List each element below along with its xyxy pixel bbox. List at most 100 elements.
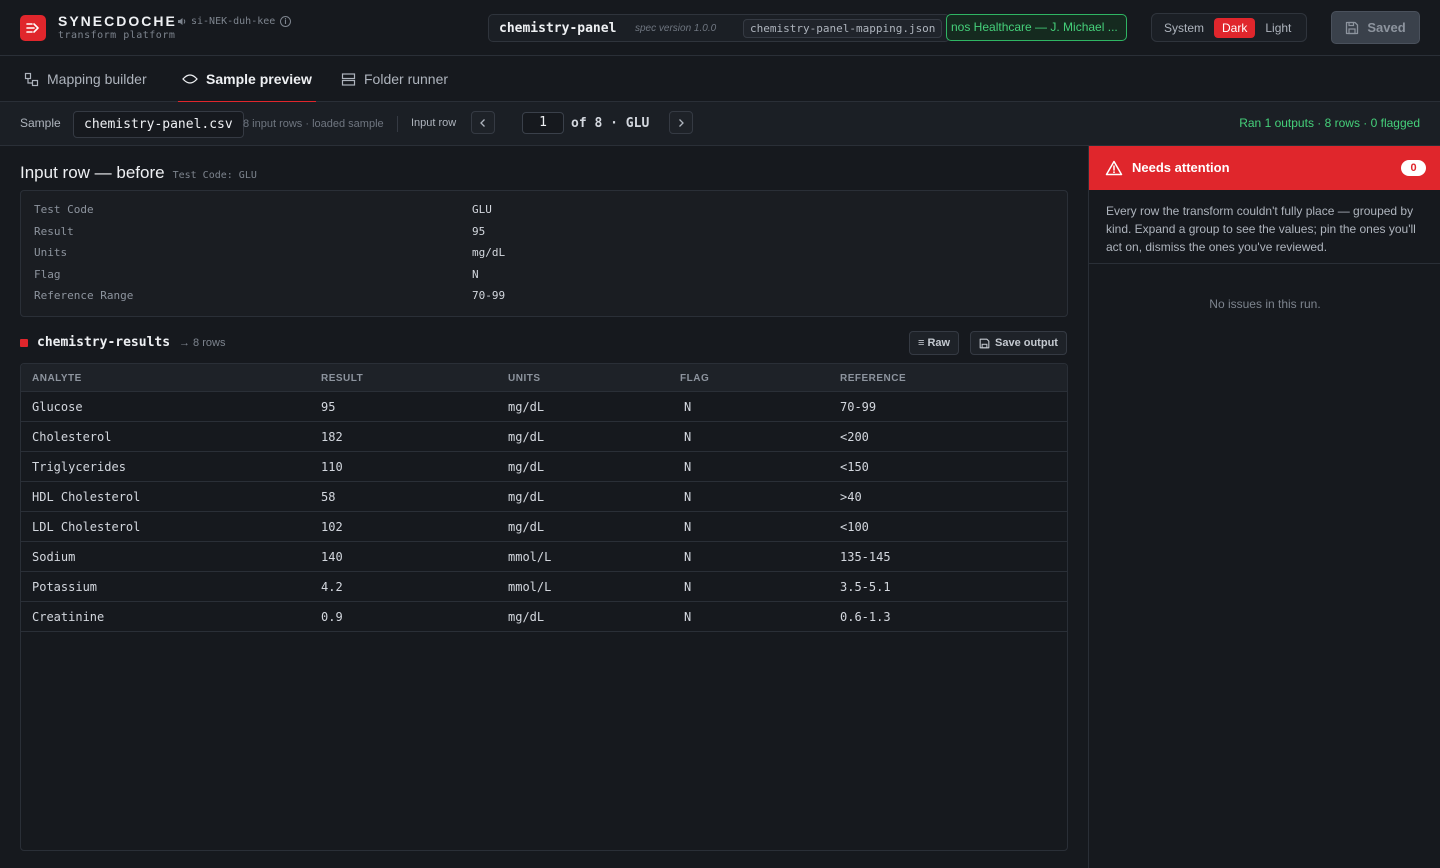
result-cell: 182 [321,430,343,444]
units-cell: mg/dL [508,430,545,444]
input-field-row: Result 95 [21,225,1067,247]
needs-attention-header[interactable]: Needs attention 0 [1089,146,1440,190]
output-header: chemistry-results → 8 rows ≡ Raw Save ou… [20,331,1068,355]
table-row[interactable]: LDL Cholesterol 102 mg/dL N <100 [21,512,1067,542]
table-row[interactable]: Potassium 4.2 mmol/L N 3.5-5.1 [21,572,1067,602]
flag-cell: N [684,460,692,474]
theme-dark-button[interactable]: Dark [1214,17,1256,38]
field-value: 95 [472,224,486,238]
info-icon[interactable]: i [280,16,291,27]
analyte-cell: Glucose [32,400,83,414]
empty-state: No issues in this run. [1209,297,1321,311]
save-icon [1346,21,1359,34]
column-header[interactable]: ANALYTE [32,373,82,384]
tab-label: Mapping builder [47,71,147,87]
input-field-row: Flag N [21,268,1067,290]
output-status-dot [20,339,28,347]
eye-icon [182,74,198,84]
table-header: ANALYTE RESULT UNITS FLAG REFERENCE [21,364,1067,392]
column-header[interactable]: UNITS [508,373,541,384]
input-row-heading: Input row — before Test Code: GLU [20,163,257,183]
save-output-button[interactable]: Save output [970,331,1067,355]
units-cell: mg/dL [508,460,545,474]
flag-cell: N [684,520,692,534]
divider [397,116,398,132]
spec-selector[interactable]: chemistry-panel spec version 1.0.0 chemi… [488,14,950,42]
app-logo [20,15,46,41]
mapping-icon [24,72,39,86]
units-cell: mmol/L [508,580,552,594]
row-number-input[interactable]: 1 [522,112,564,134]
saved-button[interactable]: Saved [1331,11,1420,44]
reference-cell: <200 [840,430,869,444]
speaker-icon [178,18,186,25]
row-position-text: of 8 · GLU [571,116,650,131]
spec-version: spec version 1.0.0 [635,23,717,34]
theme-light-button[interactable]: Light [1257,18,1299,38]
tab-mapping-builder[interactable]: Mapping builder [24,56,147,102]
top-bar: SYNECDOCHE transform platform si-NEK-duh… [0,0,1440,56]
output-name: chemistry-results [37,335,171,350]
prev-row-button[interactable] [471,111,495,134]
app-name: SYNECDOCHE [58,13,177,29]
issue-count-badge: 0 [1401,160,1426,176]
spec-file[interactable]: chemistry-panel-mapping.json [743,19,943,38]
reference-cell: 70-99 [840,400,877,414]
save-icon [979,338,990,348]
main-tabs: Mapping builder Sample preview Folder ru… [0,56,1440,103]
flag-cell: N [684,400,692,414]
table-row[interactable]: HDL Cholesterol 58 mg/dL N >40 [21,482,1067,512]
raw-label: ≡ Raw [918,337,951,349]
result-cell: 4.2 [321,580,343,594]
column-header[interactable]: RESULT [321,373,363,384]
reference-cell: <150 [840,460,869,474]
result-cell: 140 [321,550,343,564]
pronunciation[interactable]: si-NEK-duh-kee [177,16,275,27]
table-row[interactable]: Glucose 95 mg/dL N 70-99 [21,392,1067,422]
field-key: Result [34,224,74,238]
field-value: 70-99 [472,289,506,302]
reference-cell: 0.6-1.3 [840,610,891,624]
input-field-row: Reference Range 70-99 [21,289,1067,311]
field-key: Reference Range [34,289,134,302]
sample-file-select[interactable]: chemistry-panel.csv [73,111,244,138]
flag-cell: N [684,550,692,564]
table-row[interactable]: Creatinine 0.9 mg/dL N 0.6-1.3 [21,602,1067,632]
units-cell: mg/dL [508,610,545,624]
table-row[interactable]: Sodium 140 mmol/L N 135-145 [21,542,1067,572]
theme-system-button[interactable]: System [1156,18,1212,38]
save-output-label: Save output [995,337,1058,349]
units-cell: mg/dL [508,490,545,504]
brand: SYNECDOCHE transform platform [58,13,177,41]
raw-button[interactable]: ≡ Raw [909,331,960,355]
output-table: ANALYTE RESULT UNITS FLAG REFERENCE Gluc… [20,363,1068,851]
result-cell: 110 [321,460,343,474]
analyte-cell: Triglycerides [32,460,126,474]
field-key: Units [34,246,68,259]
spec-name: chemistry-panel [499,21,617,36]
column-header[interactable]: FLAG [680,373,709,384]
input-row-label: Input row [411,117,457,129]
field-key: Flag [34,267,61,281]
divider [1089,263,1440,264]
table-row[interactable]: Triglycerides 110 mg/dL N <150 [21,452,1067,482]
column-header[interactable]: REFERENCE [840,373,906,384]
output-row-count: → 8 rows [179,337,226,349]
next-row-button[interactable] [669,111,693,134]
warning-icon [1105,160,1123,176]
table-row[interactable]: Cholesterol 182 mg/dL N <200 [21,422,1067,452]
pronunciation-text: si-NEK-duh-kee [191,16,276,27]
analyte-cell: LDL Cholesterol [32,520,141,534]
organization-pill[interactable]: nos Healthcare — J. Michael ... [946,14,1127,41]
reference-cell: <100 [840,520,869,534]
folder-runner-icon [341,72,356,86]
analyte-cell: Sodium [32,550,76,564]
units-cell: mg/dL [508,520,545,534]
needs-attention-panel: Needs attention 0 Every row the transfor… [1088,146,1440,868]
sample-bar: Sample chemistry-panel.csv 8 input rows … [0,102,1440,146]
app-subtitle: transform platform [58,30,176,41]
needs-attention-description: Every row the transform couldn't fully p… [1106,204,1416,254]
analyte-cell: Cholesterol [32,430,112,444]
tab-sample-preview[interactable]: Sample preview [178,56,316,103]
tab-folder-runner[interactable]: Folder runner [341,56,448,102]
